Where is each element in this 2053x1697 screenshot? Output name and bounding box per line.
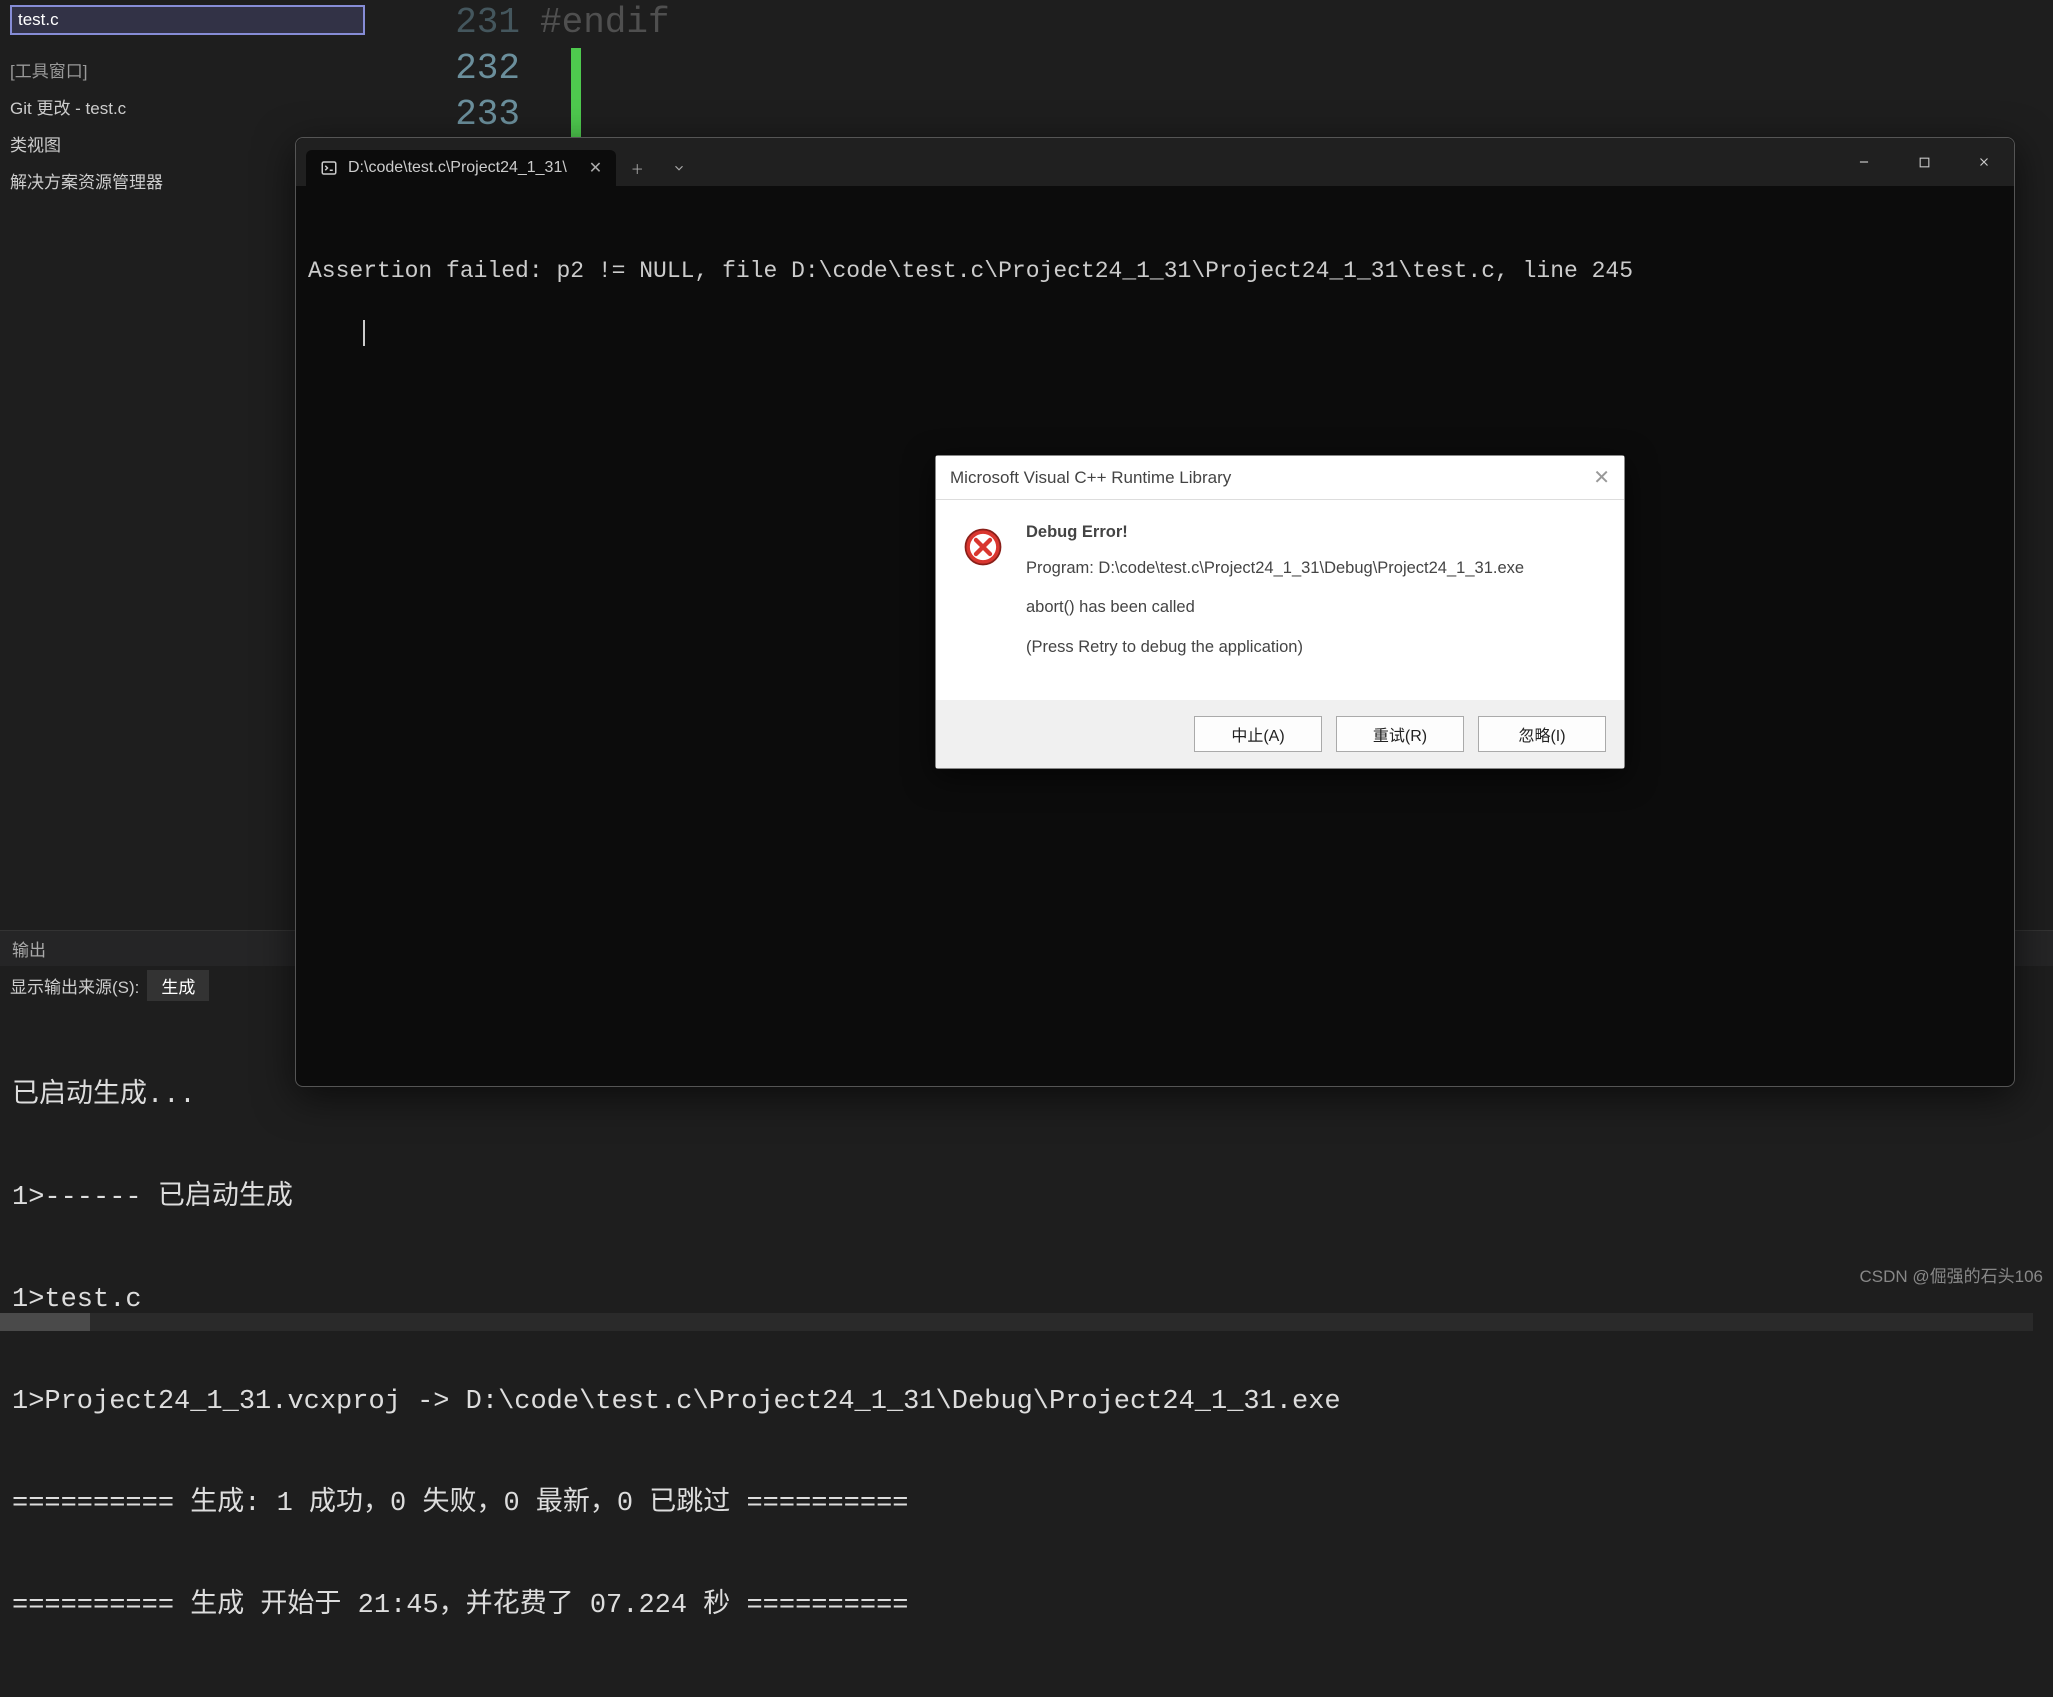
minimize-icon [1857, 155, 1871, 169]
terminal-titlebar[interactable]: D:\code\test.c\Project24_1_31\ ✕ ＋ [296, 138, 2014, 186]
line-number: 233 [370, 92, 520, 138]
new-tab-button[interactable]: ＋ [616, 150, 658, 186]
dialog-close-button[interactable]: ✕ [1593, 465, 1610, 490]
dialog-titlebar[interactable]: Microsoft Visual C++ Runtime Library ✕ [936, 456, 1624, 500]
output-line: 1>Project24_1_31.vcxproj -> D:\code\test… [12, 1385, 2041, 1419]
dialog-retry-hint: (Press Retry to debug the application) [1026, 635, 1524, 661]
code-line[interactable]: #endif [540, 0, 670, 46]
dialog-title-text: Microsoft Visual C++ Runtime Library [950, 468, 1231, 488]
preprocessor-directive: #endif [540, 2, 670, 43]
output-line: ========== 生成 开始于 21:45，并花费了 07.224 秒 ==… [12, 1589, 2041, 1623]
close-icon [1977, 155, 1991, 169]
line-number: 231 [370, 0, 520, 46]
ignore-button[interactable]: 忽略(I) [1478, 716, 1606, 752]
terminal-cursor [363, 320, 365, 346]
close-window-button[interactable] [1954, 138, 2014, 186]
active-file[interactable]: test.c [10, 5, 365, 35]
output-source-label: 显示输出来源(S): [10, 973, 139, 998]
output-line: ========== 生成: 1 成功，0 失败，0 最新，0 已跳过 ====… [12, 1487, 2041, 1521]
horizontal-scrollbar[interactable] [0, 1313, 2033, 1331]
chevron-down-icon [672, 161, 686, 175]
tool-window-header: [工具窗口] [10, 57, 360, 82]
runtime-error-dialog: Microsoft Visual C++ Runtime Library ✕ D… [935, 455, 1625, 769]
line-number-gutter: 231 232 233 [370, 0, 540, 138]
output-line: 1>test.c [12, 1283, 2041, 1317]
close-tab-icon[interactable]: ✕ [589, 158, 602, 178]
maximize-button[interactable] [1894, 138, 1954, 186]
build-output[interactable]: 已启动生成... 1>------ 已启动生成 1>test.c 1>Proje… [0, 1005, 2053, 1697]
dialog-program-line: Program: D:\code\test.c\Project24_1_31\D… [1026, 556, 1524, 582]
line-number: 232 [370, 46, 520, 92]
watermark: CSDN @倔强的石头106 [1859, 1262, 2043, 1287]
terminal-tab-title: D:\code\test.c\Project24_1_31\ [348, 159, 567, 177]
abort-button[interactable]: 中止(A) [1194, 716, 1322, 752]
terminal-tab[interactable]: D:\code\test.c\Project24_1_31\ ✕ [306, 150, 616, 186]
sidebar-item-git-changes[interactable]: Git 更改 - test.c [10, 94, 360, 119]
output-line: 1>------ 已启动生成 [12, 1181, 2041, 1215]
tab-dropdown-button[interactable] [658, 150, 700, 186]
assertion-line: Assertion failed: p2 != NULL, file D:\co… [308, 256, 2002, 286]
vcs-change-indicator [571, 48, 581, 140]
code-editor[interactable]: 231 232 233 #endif [370, 0, 2053, 140]
output-source-combo[interactable]: 生成 [147, 970, 209, 1001]
terminal-output[interactable]: Assertion failed: p2 != NULL, file D:\co… [296, 186, 2014, 386]
retry-button[interactable]: 重试(R) [1336, 716, 1464, 752]
error-icon [962, 526, 1004, 568]
maximize-icon [1918, 156, 1931, 169]
dialog-abort-line: abort() has been called [1026, 595, 1524, 621]
minimize-button[interactable] [1834, 138, 1894, 186]
terminal-icon [320, 159, 338, 177]
dialog-header: Debug Error! [1026, 520, 1524, 546]
